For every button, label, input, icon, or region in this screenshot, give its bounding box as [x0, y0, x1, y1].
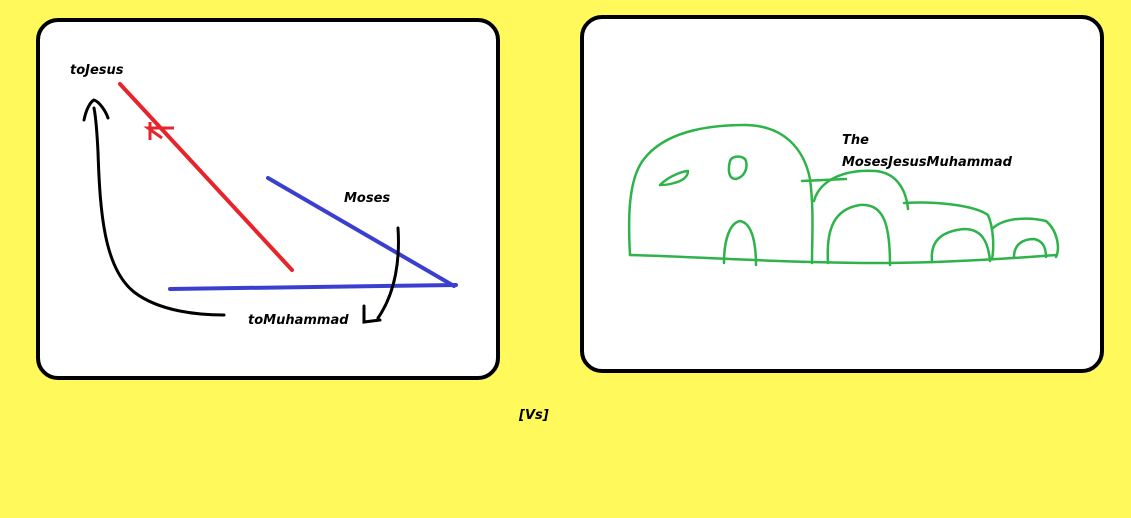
label-moses-jesus-muhammad: MosesJesusMuhammad — [842, 155, 1012, 170]
right-diagram-drawing — [627, 123, 1060, 267]
third-block-roof — [902, 201, 995, 261]
large-dome-outline — [627, 123, 814, 265]
label-moses: Moses — [344, 191, 391, 206]
blue-horizontal-line — [168, 283, 458, 291]
connector-line — [800, 177, 848, 183]
second-block-roof — [812, 169, 910, 211]
second-block-arch — [826, 203, 892, 267]
right-diagram-panel: The MosesJesusMuhammad — [580, 15, 1104, 373]
vs-label: [Vs] — [519, 408, 549, 423]
label-to-jesus: toJesus — [70, 63, 124, 78]
dome-small-window — [727, 155, 748, 181]
black-arrowhead-down — [362, 304, 382, 324]
label-to-muhammad: toMuhammad — [248, 313, 349, 328]
red-line — [118, 82, 294, 272]
black-curve-to-jesus — [92, 106, 226, 317]
label-the: The — [842, 133, 869, 148]
left-diagram-panel: toJesus Moses toMuhammad — [36, 18, 500, 380]
dome-window — [658, 169, 690, 187]
fourth-block-arch — [1012, 237, 1048, 259]
fourth-block-roof — [990, 217, 1060, 259]
third-block-arch — [930, 227, 992, 263]
